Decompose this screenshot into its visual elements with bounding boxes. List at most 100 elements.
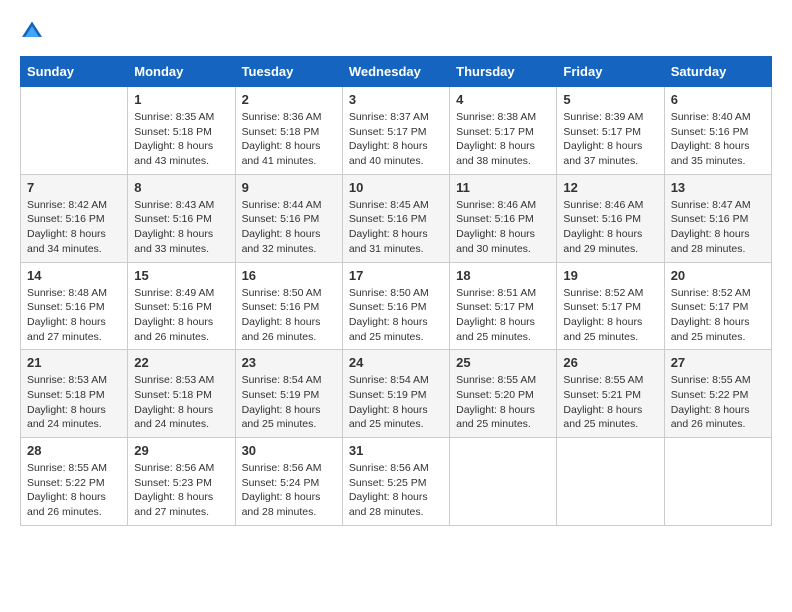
day-info: Sunrise: 8:55 AM Sunset: 5:21 PM Dayligh… bbox=[563, 373, 657, 432]
column-header-monday: Monday bbox=[128, 57, 235, 87]
day-info: Sunrise: 8:47 AM Sunset: 5:16 PM Dayligh… bbox=[671, 198, 765, 257]
column-header-thursday: Thursday bbox=[450, 57, 557, 87]
day-info: Sunrise: 8:55 AM Sunset: 5:20 PM Dayligh… bbox=[456, 373, 550, 432]
day-info: Sunrise: 8:52 AM Sunset: 5:17 PM Dayligh… bbox=[671, 286, 765, 345]
calendar-cell: 1Sunrise: 8:35 AM Sunset: 5:18 PM Daylig… bbox=[128, 87, 235, 175]
day-info: Sunrise: 8:51 AM Sunset: 5:17 PM Dayligh… bbox=[456, 286, 550, 345]
day-number: 18 bbox=[456, 268, 550, 283]
day-number: 28 bbox=[27, 443, 121, 458]
day-info: Sunrise: 8:56 AM Sunset: 5:23 PM Dayligh… bbox=[134, 461, 228, 520]
calendar-cell: 24Sunrise: 8:54 AM Sunset: 5:19 PM Dayli… bbox=[342, 350, 449, 438]
calendar-cell: 28 Sunrise: 8:55 AM Sunset: 5:22 PM Dayli… bbox=[21, 438, 128, 526]
calendar-cell: 8 Sunrise: 8:43 AM Sunset: 5:16 PM Daylig… bbox=[128, 174, 235, 262]
day-number: 25 bbox=[456, 355, 550, 370]
calendar-cell: 11 Sunrise: 8:46 AM Sunset: 5:16 PM Dayli… bbox=[450, 174, 557, 262]
day-number: 22 bbox=[134, 355, 228, 370]
day-number: 9 bbox=[242, 180, 336, 195]
day-number: 6 bbox=[671, 92, 765, 107]
calendar-week-row: 1Sunrise: 8:35 AM Sunset: 5:18 PM Daylig… bbox=[21, 87, 772, 175]
calendar-cell: 23Sunrise: 8:54 AM Sunset: 5:19 PM Dayli… bbox=[235, 350, 342, 438]
day-info: Sunrise: 8:55 AM Sunset: 5:22 PM Dayligh… bbox=[27, 461, 121, 520]
calendar-cell: 9 Sunrise: 8:44 AM Sunset: 5:16 PM Daylig… bbox=[235, 174, 342, 262]
calendar-cell: 3 Sunrise: 8:37 AM Sunset: 5:17 PM Daylig… bbox=[342, 87, 449, 175]
calendar-week-row: 14 Sunrise: 8:48 AM Sunset: 5:16 PM Dayli… bbox=[21, 262, 772, 350]
calendar-cell: 20 Sunrise: 8:52 AM Sunset: 5:17 PM Dayli… bbox=[664, 262, 771, 350]
day-number: 31 bbox=[349, 443, 443, 458]
day-info: Sunrise: 8:53 AM Sunset: 5:18 PM Dayligh… bbox=[134, 373, 228, 432]
calendar-cell bbox=[21, 87, 128, 175]
calendar-cell: 14 Sunrise: 8:48 AM Sunset: 5:16 PM Dayli… bbox=[21, 262, 128, 350]
calendar-cell bbox=[450, 438, 557, 526]
day-info: Sunrise: 8:35 AM Sunset: 5:18 PM Dayligh… bbox=[134, 110, 228, 169]
calendar-cell: 5 Sunrise: 8:39 AM Sunset: 5:17 PM Daylig… bbox=[557, 87, 664, 175]
day-number: 30 bbox=[242, 443, 336, 458]
calendar-cell: 12Sunrise: 8:46 AM Sunset: 5:16 PM Dayli… bbox=[557, 174, 664, 262]
calendar-cell: 15 Sunrise: 8:49 AM Sunset: 5:16 PM Dayli… bbox=[128, 262, 235, 350]
calendar-cell: 26Sunrise: 8:55 AM Sunset: 5:21 PM Dayli… bbox=[557, 350, 664, 438]
day-info: Sunrise: 8:43 AM Sunset: 5:16 PM Dayligh… bbox=[134, 198, 228, 257]
column-header-wednesday: Wednesday bbox=[342, 57, 449, 87]
day-info: Sunrise: 8:49 AM Sunset: 5:16 PM Dayligh… bbox=[134, 286, 228, 345]
calendar-cell: 18 Sunrise: 8:51 AM Sunset: 5:17 PM Dayli… bbox=[450, 262, 557, 350]
calendar-cell: 2 Sunrise: 8:36 AM Sunset: 5:18 PM Daylig… bbox=[235, 87, 342, 175]
day-info: Sunrise: 8:55 AM Sunset: 5:22 PM Dayligh… bbox=[671, 373, 765, 432]
calendar-cell: 4 Sunrise: 8:38 AM Sunset: 5:17 PM Daylig… bbox=[450, 87, 557, 175]
calendar-cell: 16 Sunrise: 8:50 AM Sunset: 5:16 PM Dayli… bbox=[235, 262, 342, 350]
day-number: 2 bbox=[242, 92, 336, 107]
day-info: Sunrise: 8:39 AM Sunset: 5:17 PM Dayligh… bbox=[563, 110, 657, 169]
day-info: Sunrise: 8:53 AM Sunset: 5:18 PM Dayligh… bbox=[27, 373, 121, 432]
day-number: 10 bbox=[349, 180, 443, 195]
calendar-cell: 30 Sunrise: 8:56 AM Sunset: 5:24 PM Dayli… bbox=[235, 438, 342, 526]
day-number: 21 bbox=[27, 355, 121, 370]
day-number: 7 bbox=[27, 180, 121, 195]
day-info: Sunrise: 8:56 AM Sunset: 5:25 PM Dayligh… bbox=[349, 461, 443, 520]
day-info: Sunrise: 8:42 AM Sunset: 5:16 PM Dayligh… bbox=[27, 198, 121, 257]
day-info: Sunrise: 8:50 AM Sunset: 5:16 PM Dayligh… bbox=[349, 286, 443, 345]
calendar-table: SundayMondayTuesdayWednesdayThursdayFrid… bbox=[20, 56, 772, 526]
calendar-cell bbox=[664, 438, 771, 526]
calendar-week-row: 21 Sunrise: 8:53 AM Sunset: 5:18 PM Dayli… bbox=[21, 350, 772, 438]
day-number: 15 bbox=[134, 268, 228, 283]
page-header bbox=[20, 20, 772, 40]
day-info: Sunrise: 8:50 AM Sunset: 5:16 PM Dayligh… bbox=[242, 286, 336, 345]
day-number: 8 bbox=[134, 180, 228, 195]
day-info: Sunrise: 8:46 AM Sunset: 5:16 PM Dayligh… bbox=[563, 198, 657, 257]
calendar-cell: 13Sunrise: 8:47 AM Sunset: 5:16 PM Dayli… bbox=[664, 174, 771, 262]
day-number: 3 bbox=[349, 92, 443, 107]
column-header-saturday: Saturday bbox=[664, 57, 771, 87]
calendar-week-row: 7 Sunrise: 8:42 AM Sunset: 5:16 PM Daylig… bbox=[21, 174, 772, 262]
calendar-cell: 6 Sunrise: 8:40 AM Sunset: 5:16 PM Daylig… bbox=[664, 87, 771, 175]
column-header-sunday: Sunday bbox=[21, 57, 128, 87]
day-info: Sunrise: 8:45 AM Sunset: 5:16 PM Dayligh… bbox=[349, 198, 443, 257]
day-info: Sunrise: 8:38 AM Sunset: 5:17 PM Dayligh… bbox=[456, 110, 550, 169]
day-number: 4 bbox=[456, 92, 550, 107]
calendar-cell bbox=[557, 438, 664, 526]
day-number: 11 bbox=[456, 180, 550, 195]
day-info: Sunrise: 8:48 AM Sunset: 5:16 PM Dayligh… bbox=[27, 286, 121, 345]
day-info: Sunrise: 8:56 AM Sunset: 5:24 PM Dayligh… bbox=[242, 461, 336, 520]
day-number: 5 bbox=[563, 92, 657, 107]
calendar-cell: 31 Sunrise: 8:56 AM Sunset: 5:25 PM Dayli… bbox=[342, 438, 449, 526]
day-number: 17 bbox=[349, 268, 443, 283]
calendar-cell: 21 Sunrise: 8:53 AM Sunset: 5:18 PM Dayli… bbox=[21, 350, 128, 438]
calendar-cell: 10 Sunrise: 8:45 AM Sunset: 5:16 PM Dayli… bbox=[342, 174, 449, 262]
day-number: 14 bbox=[27, 268, 121, 283]
day-info: Sunrise: 8:52 AM Sunset: 5:17 PM Dayligh… bbox=[563, 286, 657, 345]
day-number: 19 bbox=[563, 268, 657, 283]
calendar-header-row: SundayMondayTuesdayWednesdayThursdayFrid… bbox=[21, 57, 772, 87]
day-number: 27 bbox=[671, 355, 765, 370]
logo bbox=[20, 20, 48, 40]
day-number: 20 bbox=[671, 268, 765, 283]
day-info: Sunrise: 8:40 AM Sunset: 5:16 PM Dayligh… bbox=[671, 110, 765, 169]
column-header-tuesday: Tuesday bbox=[235, 57, 342, 87]
calendar-cell: 27 Sunrise: 8:55 AM Sunset: 5:22 PM Dayli… bbox=[664, 350, 771, 438]
column-header-friday: Friday bbox=[557, 57, 664, 87]
day-info: Sunrise: 8:36 AM Sunset: 5:18 PM Dayligh… bbox=[242, 110, 336, 169]
calendar-cell: 22 Sunrise: 8:53 AM Sunset: 5:18 PM Dayli… bbox=[128, 350, 235, 438]
day-info: Sunrise: 8:37 AM Sunset: 5:17 PM Dayligh… bbox=[349, 110, 443, 169]
calendar-cell: 25 Sunrise: 8:55 AM Sunset: 5:20 PM Dayli… bbox=[450, 350, 557, 438]
day-number: 16 bbox=[242, 268, 336, 283]
day-info: Sunrise: 8:44 AM Sunset: 5:16 PM Dayligh… bbox=[242, 198, 336, 257]
day-info: Sunrise: 8:46 AM Sunset: 5:16 PM Dayligh… bbox=[456, 198, 550, 257]
calendar-cell: 17 Sunrise: 8:50 AM Sunset: 5:16 PM Dayli… bbox=[342, 262, 449, 350]
